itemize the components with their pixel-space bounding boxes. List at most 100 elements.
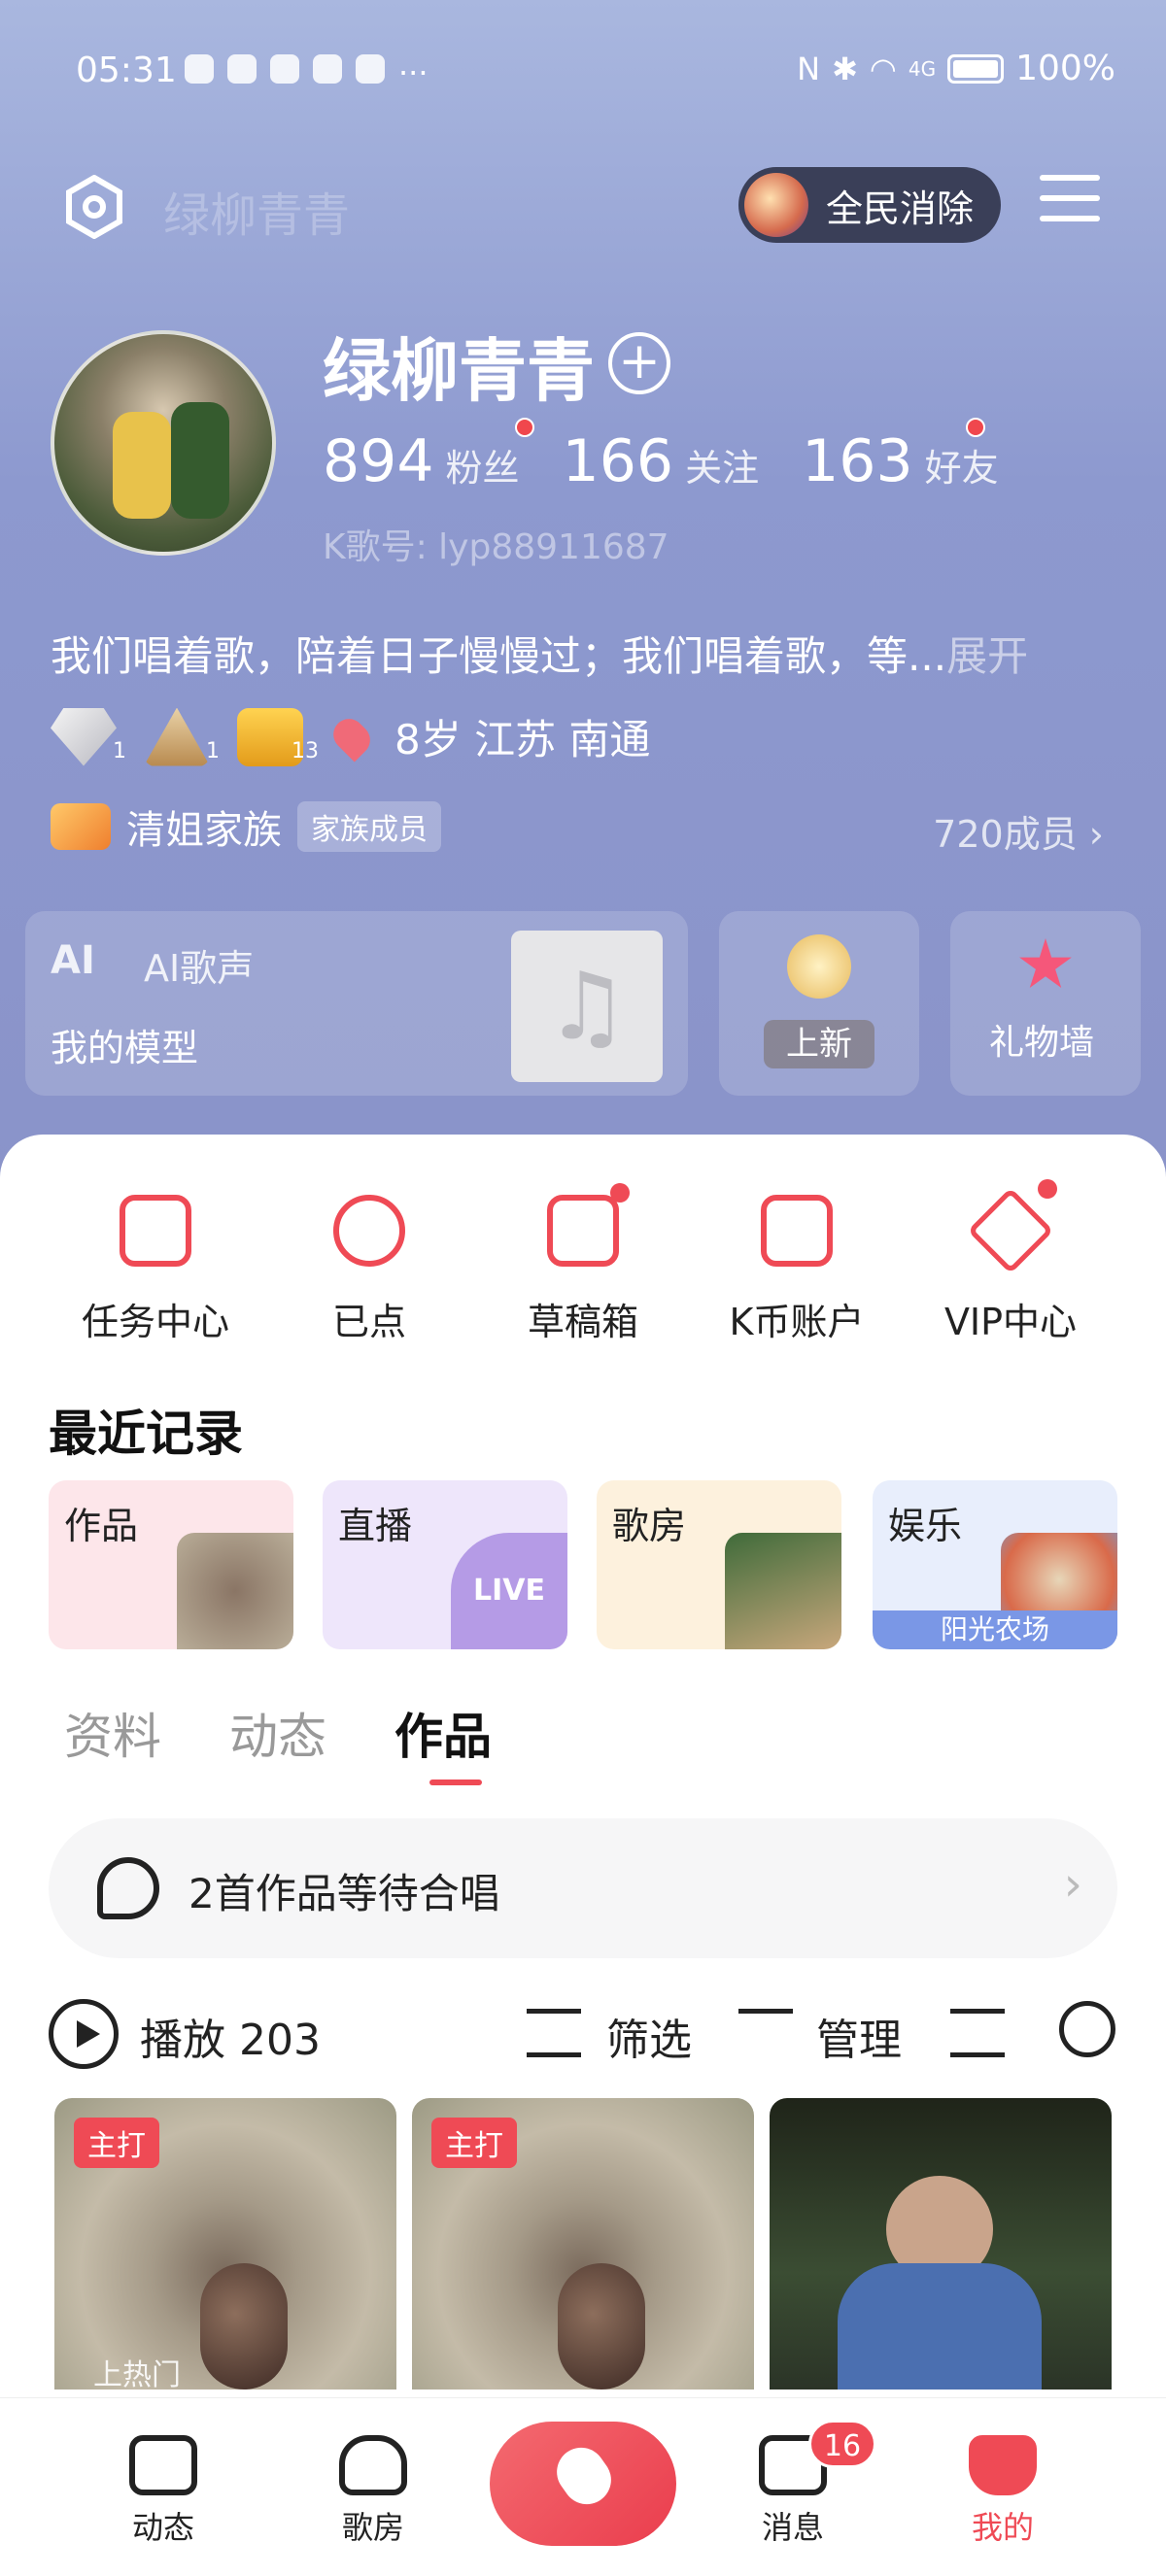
nfc-icon: N: [797, 50, 821, 87]
work-item[interactable]: 主打: [412, 2098, 754, 2390]
star-badge-icon: [1019, 938, 1072, 988]
game-label: 全民消除: [826, 186, 975, 230]
crown-badge-icon[interactable]: [144, 707, 210, 766]
avatar[interactable]: [51, 330, 276, 556]
qq-icon: [313, 54, 342, 84]
bottom-nav: 动态 歌房 消息 16 我的: [0, 2397, 1166, 2576]
featured-tag: 主打: [431, 2118, 517, 2168]
age-location: 8岁 江苏 南通: [394, 716, 651, 763]
fans-red-dot: [515, 418, 534, 437]
filter-button[interactable]: 筛选: [606, 2005, 692, 2067]
profile-tabs: 资料 动态 作品: [64, 1698, 492, 1768]
vip-center-label: VIP中心: [943, 1301, 1078, 1343]
profile-name: 绿柳青青: [323, 331, 595, 411]
drafts-label: 草稿箱: [527, 1301, 638, 1343]
tab-profile-info[interactable]: 资料: [64, 1698, 161, 1768]
message-count-badge: 16: [808, 2420, 876, 2468]
family-members-link[interactable]: 720成员 ›: [933, 804, 1104, 858]
gift-wall-label: 礼物墙: [989, 1023, 1095, 1063]
badge-row: 1 1 13 8岁 江苏 南通: [51, 707, 650, 766]
friends-count[interactable]: 163: [802, 427, 913, 495]
calendar-check-icon: [120, 1195, 191, 1267]
drafts-button[interactable]: 草稿箱: [486, 1195, 680, 1345]
vip-center-button[interactable]: VIP中心: [913, 1187, 1108, 1345]
game-entry-button[interactable]: 全民消除: [738, 167, 1001, 243]
manage-checklist-icon[interactable]: [738, 2009, 793, 2057]
fans-count[interactable]: 894: [323, 427, 434, 495]
trending-label: 上热门: [93, 2358, 181, 2390]
nav-moments[interactable]: 动态: [105, 2435, 222, 2548]
edit-profile-plus-button[interactable]: +: [608, 332, 670, 394]
nav-moments-label: 动态: [131, 2509, 194, 2546]
sunny-farm-label: 阳光农场: [873, 1610, 1117, 1649]
ai-voice-label: AI歌声: [144, 947, 255, 990]
ordered-songs-button[interactable]: 已点: [272, 1195, 466, 1345]
works-toolbar: 播放 203 筛选 管理: [49, 1993, 1117, 2071]
disc-icon: [333, 1195, 405, 1267]
settings-hex-icon[interactable]: [62, 175, 126, 239]
playlist-timer-icon[interactable]: [950, 2009, 1005, 2057]
nav-me[interactable]: 我的: [944, 2435, 1061, 2548]
cloud-app-icon: [185, 54, 214, 84]
vip-red-dot: [1038, 1179, 1057, 1199]
sing-record-button[interactable]: [490, 2422, 676, 2546]
active-tab-indicator: [429, 1779, 482, 1785]
nav-messages-label: 消息: [761, 2509, 824, 2546]
menu-icon[interactable]: [1040, 175, 1100, 233]
bio[interactable]: 我们唱着歌，陪着日子慢慢过；我们唱着歌，等...展开: [51, 624, 1100, 683]
tab-moments[interactable]: 动态: [229, 1698, 326, 1768]
kcoin-account-button[interactable]: K币账户: [700, 1195, 894, 1345]
bluetooth-icon: ✱: [832, 50, 858, 87]
friends-label[interactable]: 好友: [925, 438, 999, 491]
live-tv-icon: LIVE: [451, 1533, 567, 1649]
play-all-button[interactable]: 播放 203: [140, 2005, 321, 2067]
search-icon[interactable]: [1059, 2001, 1115, 2057]
play-all-icon[interactable]: [49, 1999, 119, 2069]
ordered-songs-label: 已点: [331, 1301, 406, 1343]
signal-icon: 4G: [908, 56, 937, 81]
work-item[interactable]: [770, 2098, 1112, 2390]
following-count[interactable]: 166: [563, 427, 674, 495]
play-count: 203: [239, 2016, 321, 2065]
ai-voice-card[interactable]: AI AI歌声 我的模型 ♫: [25, 911, 688, 1096]
gift-wall-card[interactable]: 礼物墙: [950, 911, 1141, 1096]
new-arrivals-label: 上新: [764, 1020, 874, 1068]
header-faded-title: 绿柳青青: [163, 188, 351, 243]
nav-rooms[interactable]: 歌房: [315, 2435, 431, 2548]
new-arrivals-card[interactable]: 上新: [719, 911, 919, 1096]
tab-works[interactable]: 作品: [394, 1698, 492, 1768]
chorus-icon: [97, 1857, 159, 1919]
bio-text: 我们唱着歌，陪着日子慢慢过；我们唱着歌，等...: [51, 632, 947, 680]
battery-percent: 100%: [1015, 49, 1115, 88]
my-model-label: 我的模型: [51, 1027, 199, 1069]
wallet-icon: [761, 1195, 833, 1267]
task-center-label: 任务中心: [81, 1301, 229, 1343]
diamond-badge-level: 1: [113, 739, 126, 763]
manage-button[interactable]: 管理: [816, 2005, 902, 2067]
play-label: 播放: [140, 2016, 225, 2065]
family-tag: 家族成员: [297, 801, 441, 852]
filter-icon[interactable]: [527, 2009, 581, 2057]
recent-works-card[interactable]: 作品: [49, 1480, 293, 1649]
nav-me-label: 我的: [971, 2509, 1034, 2546]
friends-red-dot: [966, 418, 985, 437]
recent-entertainment-card[interactable]: 娱乐 阳光农场: [873, 1480, 1117, 1649]
music-note-icon: ♫: [511, 931, 663, 1082]
fans-label[interactable]: 粉丝: [446, 438, 520, 491]
task-center-button[interactable]: 任务中心: [58, 1195, 253, 1345]
family-name: 清姐家族: [126, 808, 282, 853]
nav-rooms-label: 歌房: [341, 2509, 404, 2546]
bio-expand-link[interactable]: 展开: [946, 632, 1028, 680]
diamond-badge-icon[interactable]: [51, 707, 117, 766]
family-logo-icon: [51, 803, 111, 850]
work-item[interactable]: 主打 上热门: [54, 2098, 396, 2390]
drafts-red-dot: [610, 1183, 630, 1203]
family-row[interactable]: 清姐家族 家族成员: [51, 798, 441, 855]
status-bar: 05:31 ··· N ✱ ◠ 4G 100%: [0, 0, 1166, 146]
chorus-waiting-bar[interactable]: 2首作品等待合唱 ›: [49, 1818, 1117, 1958]
recent-room-card[interactable]: 歌房: [597, 1480, 841, 1649]
following-label[interactable]: 关注: [685, 438, 759, 491]
more-notifications-icon: ···: [398, 54, 429, 91]
recent-live-label: 直播: [338, 1505, 413, 1547]
recent-live-card[interactable]: 直播 LIVE: [323, 1480, 567, 1649]
